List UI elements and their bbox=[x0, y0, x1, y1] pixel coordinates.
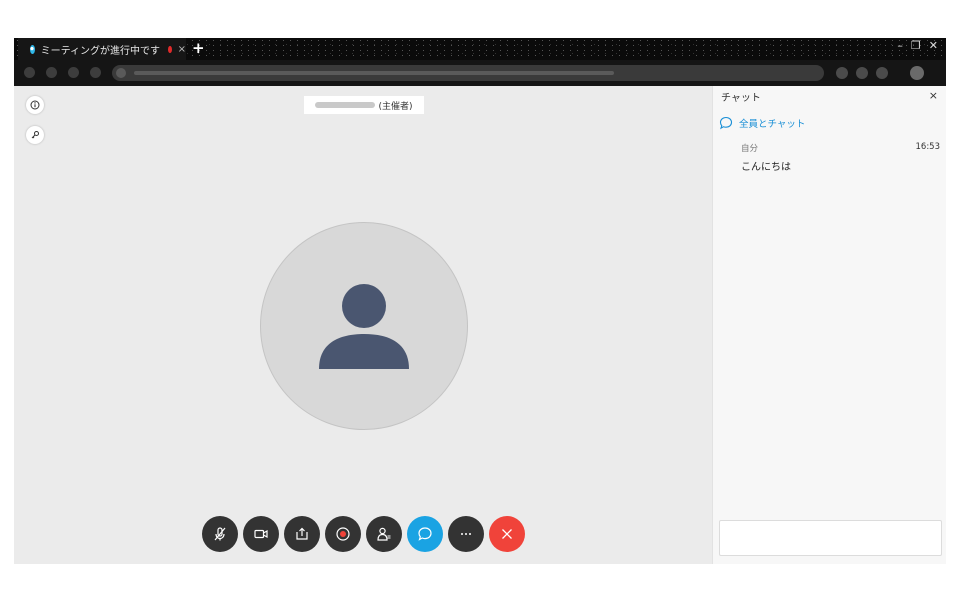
share-button[interactable] bbox=[284, 516, 320, 552]
message-text: こんにちは bbox=[741, 162, 791, 173]
record-icon bbox=[336, 527, 350, 541]
mic-off-icon bbox=[214, 527, 226, 541]
tab-close-icon[interactable]: × bbox=[178, 44, 186, 55]
extension-icon[interactable] bbox=[876, 67, 888, 79]
key-icon bbox=[31, 131, 39, 139]
participants-icon bbox=[377, 527, 391, 541]
chat-bubble-icon bbox=[719, 116, 733, 130]
lock-icon bbox=[116, 68, 126, 78]
chat-bubble-icon bbox=[418, 527, 432, 541]
extension-icon[interactable] bbox=[836, 67, 848, 79]
chat-recipient-selector[interactable]: 全員とチャット bbox=[719, 116, 805, 130]
window-controls: – ❐ ✕ bbox=[897, 39, 938, 52]
share-icon bbox=[296, 527, 308, 540]
info-icon bbox=[30, 100, 40, 110]
meeting-controls bbox=[202, 516, 525, 552]
address-bar[interactable] bbox=[112, 65, 824, 81]
chat-recipient-label: 全員とチャット bbox=[739, 119, 806, 130]
extension-icon[interactable] bbox=[856, 67, 868, 79]
info-button[interactable] bbox=[26, 96, 44, 114]
chat-close-button[interactable]: × bbox=[929, 89, 938, 102]
video-button[interactable] bbox=[243, 516, 279, 552]
host-role: (主催者) bbox=[378, 101, 413, 112]
message-sender: 自分 bbox=[741, 144, 759, 154]
chat-panel-title: チャット bbox=[721, 93, 761, 104]
back-icon[interactable] bbox=[24, 67, 35, 78]
browser-window: ミーティングが進行中です × + – ❐ ✕ (主催者) チャット × 全員とチ… bbox=[14, 38, 946, 564]
message-timestamp: 16:53 bbox=[915, 142, 941, 152]
reload-icon[interactable] bbox=[68, 67, 79, 78]
host-name-label: (主催者) bbox=[304, 96, 424, 114]
restore-button[interactable]: ❐ bbox=[911, 39, 921, 52]
close-icon bbox=[502, 529, 512, 539]
browser-toolbar bbox=[14, 60, 946, 86]
participant-avatar bbox=[260, 222, 468, 430]
participants-button[interactable] bbox=[366, 516, 402, 552]
chat-message-input[interactable] bbox=[719, 520, 942, 556]
host-name-blurred bbox=[315, 102, 376, 108]
meeting-stage: (主催者) bbox=[14, 86, 712, 564]
record-button[interactable] bbox=[325, 516, 361, 552]
minimize-button[interactable]: – bbox=[897, 39, 903, 52]
security-button[interactable] bbox=[26, 126, 44, 144]
profile-icon[interactable] bbox=[910, 66, 924, 80]
user-silhouette-icon bbox=[319, 284, 409, 369]
home-icon[interactable] bbox=[90, 67, 101, 78]
more-icon bbox=[461, 533, 471, 535]
recording-indicator-icon bbox=[168, 45, 172, 53]
forward-icon[interactable] bbox=[46, 67, 57, 78]
more-button[interactable] bbox=[448, 516, 484, 552]
mute-button[interactable] bbox=[202, 516, 238, 552]
new-tab-button[interactable]: + bbox=[192, 39, 205, 57]
tab-strip: ミーティングが進行中です × + – ❐ ✕ bbox=[14, 38, 946, 60]
url-text-blurred bbox=[134, 71, 614, 75]
browser-tab[interactable]: ミーティングが進行中です × bbox=[18, 38, 186, 60]
tab-title: ミーティングが進行中です bbox=[40, 45, 161, 57]
video-camera-icon bbox=[254, 529, 268, 539]
chat-button[interactable] bbox=[407, 516, 443, 552]
window-close-button[interactable]: ✕ bbox=[929, 39, 938, 52]
leave-button[interactable] bbox=[489, 516, 525, 552]
webex-favicon-icon bbox=[30, 44, 35, 54]
chat-panel: チャット × 全員とチャット 自分 16:53 こんにちは bbox=[712, 86, 946, 564]
